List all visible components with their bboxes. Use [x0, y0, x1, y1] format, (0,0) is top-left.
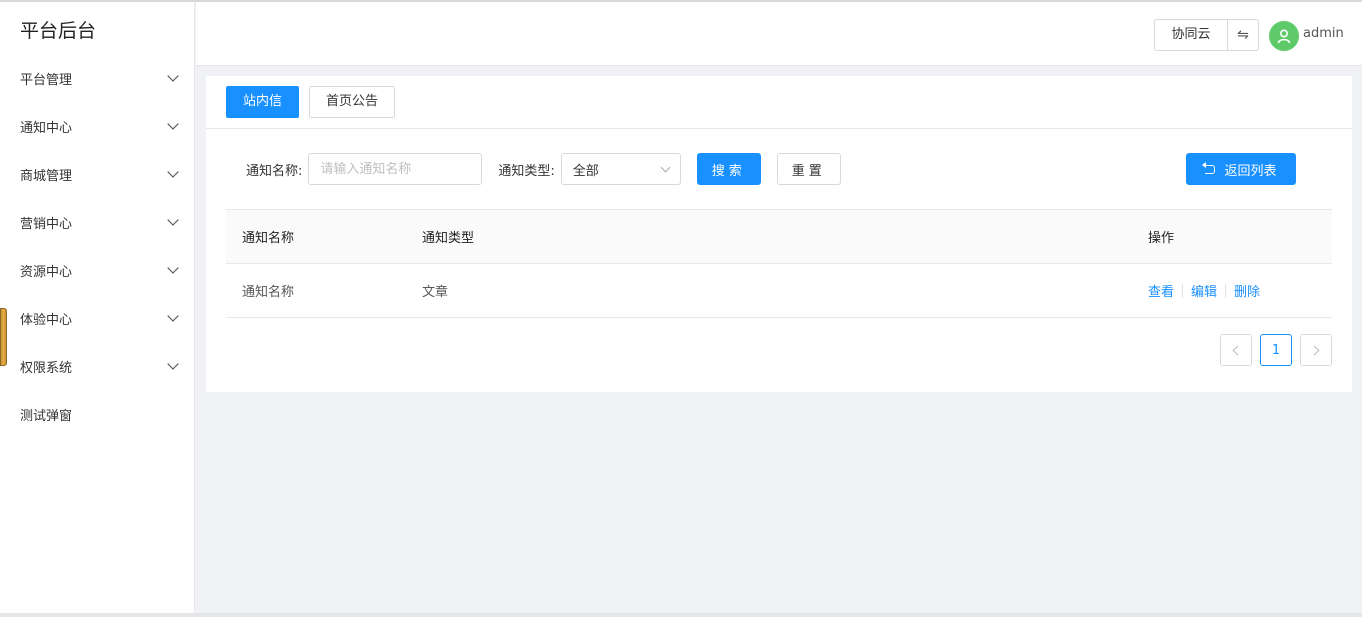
main-card: 站内信 首页公告 通知名称: 通知类型: 全部 搜索 重置 返回列表 通知名称 … [206, 76, 1352, 392]
chevron-down-icon [167, 261, 179, 274]
tab-homepage-announcement[interactable]: 首页公告 [309, 86, 396, 118]
filter-bar: 通知名称: 通知类型: 全部 搜索 重置 [246, 153, 841, 185]
column-header-type: 通知类型 [422, 231, 475, 246]
notification-type-label: 通知类型: [498, 163, 555, 179]
delete-link[interactable]: 删除 [1234, 281, 1260, 300]
sidebar-menu: 平台管理 通知中心 商城管理 营销中心 资源中心 体验中心 权限系统 测试弹窗 [0, 54, 194, 438]
column-header-name: 通知名称 [242, 231, 295, 246]
column-header-actions: 操作 [1148, 231, 1175, 246]
row-actions: 查看 编辑 删除 [1148, 281, 1260, 300]
username[interactable]: admin [1303, 26, 1344, 41]
prev-page-button[interactable] [1220, 334, 1252, 366]
chevron-down-icon [167, 309, 179, 322]
notification-name-input[interactable] [308, 153, 483, 185]
chevron-down-icon [167, 117, 179, 130]
pagination: 1 [1220, 334, 1332, 366]
chevron-down-icon [167, 213, 179, 226]
collab-cloud-button[interactable]: 协同云 [1155, 20, 1228, 50]
sidebar-item-mall-management[interactable]: 商城管理 [0, 150, 194, 198]
next-page-button[interactable] [1300, 334, 1332, 366]
chevron-down-icon [167, 357, 179, 370]
sidebar-item-label: 测试弹窗 [20, 408, 73, 424]
avatar[interactable] [1269, 21, 1299, 51]
return-icon [1202, 161, 1216, 174]
collab-switcher: 协同云 ⇋ [1154, 19, 1259, 51]
notification-table: 通知名称 通知类型 操作 通知名称 文章 查看 编辑 删除 [226, 209, 1332, 318]
chevron-down-icon [167, 69, 179, 82]
tab-site-message[interactable]: 站内信 [226, 86, 300, 118]
reset-button[interactable]: 重置 [776, 153, 841, 185]
page-number-button[interactable]: 1 [1260, 334, 1292, 366]
drag-handle[interactable] [0, 308, 7, 366]
back-to-list-button[interactable]: 返回列表 [1186, 153, 1296, 185]
sidebar-item-label: 平台管理 [20, 72, 73, 88]
notification-type-value: 全部 [572, 163, 599, 179]
sidebar-item-resource-center[interactable]: 资源中心 [0, 246, 194, 294]
sidebar-item-platform-management[interactable]: 平台管理 [0, 54, 194, 102]
cell-type: 文章 [422, 285, 449, 300]
table-header: 通知名称 通知类型 操作 [226, 209, 1332, 264]
chevron-left-icon [1232, 345, 1243, 355]
sidebar-item-label: 商城管理 [20, 168, 73, 184]
cell-name: 通知名称 [242, 285, 295, 300]
sidebar-item-label: 权限系统 [20, 360, 73, 376]
view-link[interactable]: 查看 [1148, 281, 1174, 300]
chevron-right-icon [1309, 345, 1320, 355]
sidebar-item-notification-center[interactable]: 通知中心 [0, 102, 194, 150]
chevron-down-icon [660, 162, 671, 172]
sidebar-item-label: 资源中心 [20, 264, 73, 280]
sidebar-item-experience-center[interactable]: 体验中心 [0, 294, 194, 342]
sidebar-item-marketing-center[interactable]: 营销中心 [0, 198, 194, 246]
divider [206, 128, 1352, 129]
sidebar-item-label: 体验中心 [20, 312, 73, 328]
swap-icon[interactable]: ⇋ [1228, 20, 1258, 50]
bottom-scrollbar-area [0, 613, 1362, 617]
action-divider [1225, 283, 1227, 298]
edit-link[interactable]: 编辑 [1191, 281, 1217, 300]
sidebar-item-permission-system[interactable]: 权限系统 [0, 342, 194, 390]
top-header: 协同云 ⇋ admin [196, 2, 1362, 66]
sidebar: 平台后台 平台管理 通知中心 商城管理 营销中心 资源中心 体验中心 权限系统 [0, 2, 195, 613]
table-row: 通知名称 文章 查看 编辑 删除 [226, 264, 1332, 318]
sidebar-item-test-popup[interactable]: 测试弹窗 [0, 390, 194, 438]
sidebar-item-label: 营销中心 [20, 216, 73, 232]
sidebar-item-label: 通知中心 [20, 120, 73, 136]
notification-name-label: 通知名称: [246, 163, 303, 179]
notification-type-select[interactable]: 全部 [560, 153, 681, 185]
back-to-list-label: 返回列表 [1224, 163, 1277, 179]
user-icon [1277, 29, 1291, 44]
action-divider [1182, 283, 1184, 298]
app-logo-title: 平台后台 [20, 20, 97, 42]
tab-bar: 站内信 首页公告 [226, 86, 396, 118]
chevron-down-icon [167, 165, 179, 178]
search-button[interactable]: 搜索 [696, 153, 761, 185]
